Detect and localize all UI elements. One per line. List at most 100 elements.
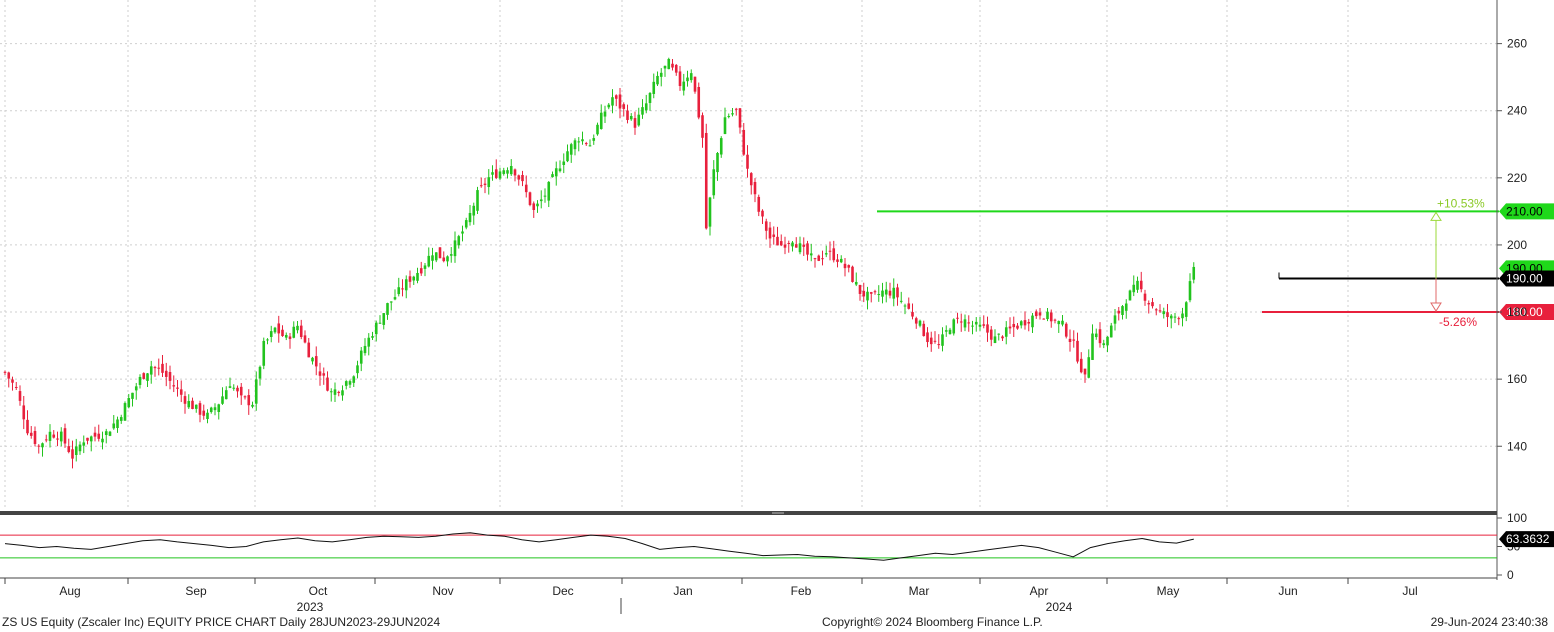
candle-body xyxy=(884,289,888,295)
candle-body xyxy=(1139,280,1143,290)
candle-body xyxy=(1001,336,1004,339)
candle-body xyxy=(952,319,956,334)
candle-body xyxy=(791,242,794,247)
candle-body xyxy=(896,287,899,298)
candle-body xyxy=(104,431,108,436)
resistance-tag-text: 210.00 xyxy=(1506,204,1543,218)
candle-body xyxy=(1061,320,1064,325)
month-label: Oct xyxy=(309,584,328,598)
candle-body xyxy=(108,431,112,436)
candle-body xyxy=(356,365,359,374)
candle-body xyxy=(101,438,104,443)
candle-body xyxy=(311,357,314,362)
candle-body xyxy=(828,250,832,252)
candle-body xyxy=(303,335,307,343)
candle-body xyxy=(333,389,337,395)
candle-body xyxy=(967,322,971,324)
candle-body xyxy=(817,255,821,261)
candle-body xyxy=(851,266,854,282)
price-tick-label: 160 xyxy=(1507,372,1527,386)
candle-body xyxy=(577,141,581,143)
candle-body xyxy=(228,386,232,388)
candle-body xyxy=(296,325,299,331)
candle-body xyxy=(146,373,149,381)
candle-body xyxy=(926,332,929,343)
candle-body xyxy=(1121,306,1124,315)
candle-body xyxy=(959,321,963,323)
candle-body xyxy=(1124,303,1128,311)
timestamp-footer: 29-Jun-2024 23:40:38 xyxy=(1430,615,1548,629)
candle-body xyxy=(29,432,33,436)
level-lines: +10.53%-5.26%190.00210.00190.00180.00 xyxy=(877,196,1554,329)
candle-body xyxy=(292,326,296,338)
candle-body xyxy=(1113,315,1117,324)
candle-body xyxy=(839,258,843,263)
candle-body xyxy=(989,329,993,340)
candle-body xyxy=(322,373,326,376)
candle-body xyxy=(644,103,648,111)
candle-body xyxy=(1169,315,1173,319)
price-tick-label: 140 xyxy=(1507,439,1527,453)
candle-body xyxy=(1188,281,1192,301)
candle-body xyxy=(764,221,768,231)
candle-body xyxy=(258,366,262,379)
candle-body xyxy=(476,190,479,211)
candle-body xyxy=(288,336,292,339)
candle-body xyxy=(678,71,682,86)
candle-body xyxy=(461,231,464,234)
candle-body xyxy=(907,303,911,309)
candle-body xyxy=(67,446,71,452)
candle-body xyxy=(251,404,254,407)
month-label: Jun xyxy=(1278,584,1297,598)
candle-body xyxy=(689,73,693,81)
candle-body xyxy=(149,366,153,375)
candle-body xyxy=(254,379,258,404)
candle-body xyxy=(359,350,363,364)
candle-body xyxy=(701,115,704,138)
candle-body xyxy=(746,154,749,169)
rsi-tick-label: 0 xyxy=(1507,568,1514,582)
candle-body xyxy=(596,124,599,135)
candle-body xyxy=(74,446,78,455)
candle-body xyxy=(1128,290,1132,301)
candle-body xyxy=(626,110,629,120)
candle-body xyxy=(693,76,697,92)
candle-body xyxy=(116,419,119,429)
candle-body xyxy=(419,268,423,274)
candle-body xyxy=(727,116,731,118)
candle-body xyxy=(963,319,967,328)
candle-body xyxy=(3,371,7,373)
candle-body xyxy=(798,243,802,253)
candle-body xyxy=(134,386,138,391)
candle-body xyxy=(686,77,689,82)
candle-body xyxy=(318,371,322,376)
candle-body xyxy=(956,317,959,319)
candle-body xyxy=(1117,310,1121,314)
candle-body xyxy=(532,203,536,211)
candle-body xyxy=(1016,325,1019,329)
candle-body xyxy=(449,254,453,256)
candle-body xyxy=(528,192,532,205)
candle-body xyxy=(787,243,791,245)
candle-body xyxy=(521,174,524,182)
candle-body xyxy=(806,243,809,255)
candle-body xyxy=(206,412,209,420)
candle-body xyxy=(434,252,438,261)
pivot-tag: 190.00 xyxy=(1499,270,1554,287)
candle-body xyxy=(194,404,198,409)
candle-body xyxy=(161,363,164,373)
candle-body xyxy=(401,288,404,290)
candle-body xyxy=(1143,293,1147,301)
candle-body xyxy=(412,276,416,281)
candle-body xyxy=(611,97,614,106)
price-tick-label: 240 xyxy=(1507,104,1527,118)
candle-body xyxy=(592,138,596,141)
candle-body xyxy=(217,404,221,413)
candle-body xyxy=(1162,311,1166,315)
candle-body xyxy=(997,333,1001,335)
candle-body xyxy=(386,303,389,315)
candle-body xyxy=(14,386,18,388)
candle-body xyxy=(573,140,577,150)
candle-body xyxy=(1083,368,1087,375)
month-label: Mar xyxy=(909,584,930,598)
